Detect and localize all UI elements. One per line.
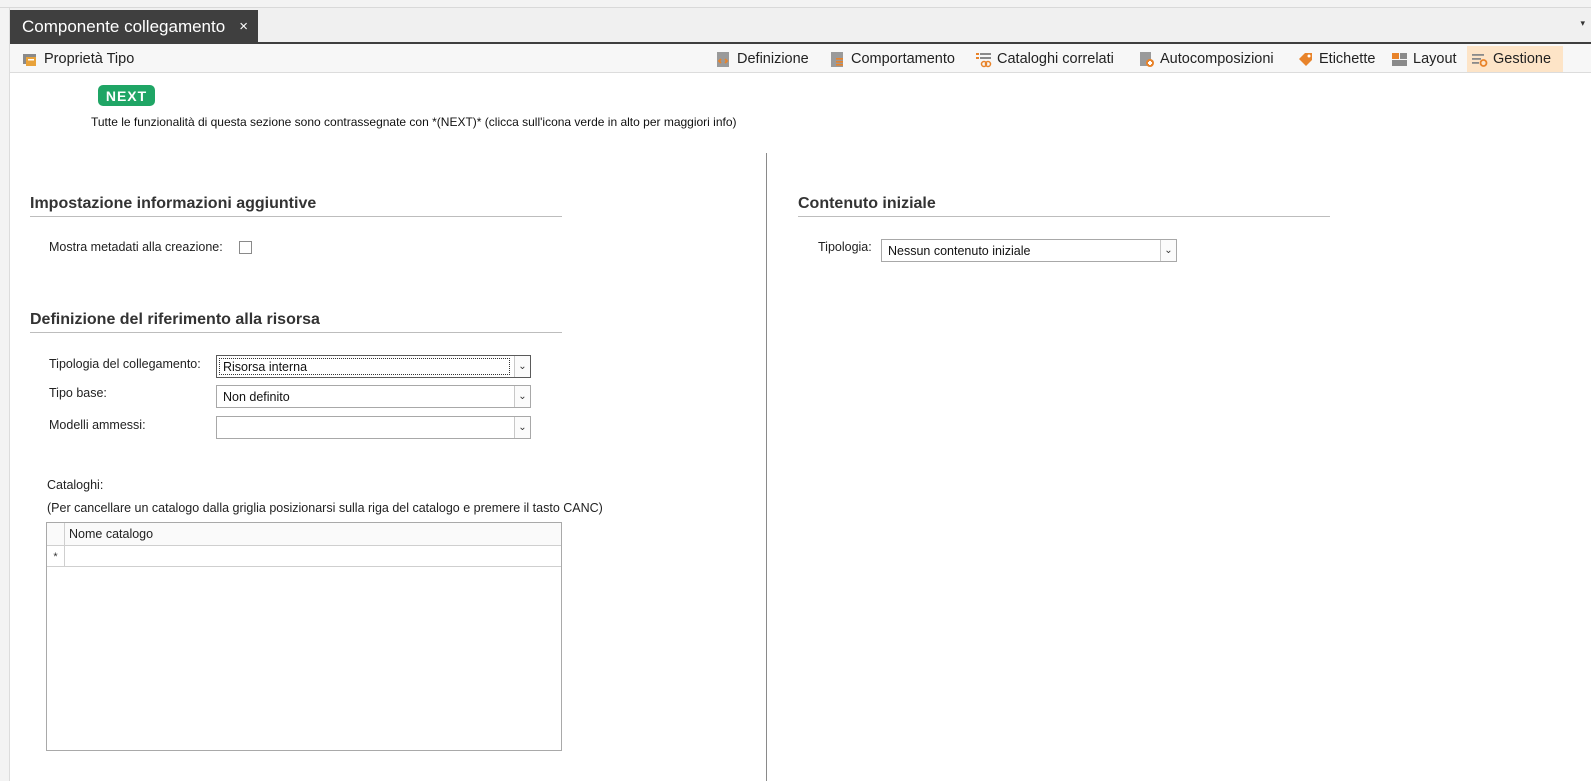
- initial-type-label: Tipologia:: [818, 240, 872, 254]
- base-type-label: Tipo base:: [49, 386, 107, 400]
- left-edge-strip: [0, 8, 10, 781]
- models-select[interactable]: ⌄: [216, 416, 531, 439]
- type-properties-label: Proprietà Tipo: [44, 51, 135, 67]
- autocomposition-icon: [1138, 51, 1155, 68]
- table-row[interactable]: *: [47, 546, 561, 567]
- behavior-icon: [829, 51, 846, 68]
- main-content: NEXT Tutte le funzionalità di questa sez…: [10, 73, 1591, 781]
- properties-icon: [22, 51, 39, 68]
- definition-icon: [715, 51, 732, 68]
- document-tab-strip: Componente collegamento × ▾: [10, 8, 1591, 44]
- catalogs-label: Cataloghi:: [47, 478, 104, 492]
- catalogs-hint: (Per cancellare un catalogo dalla grigli…: [47, 501, 603, 515]
- next-badge[interactable]: NEXT: [98, 85, 155, 106]
- tab-definizione-label: Definizione: [737, 51, 809, 67]
- tab-comportamento[interactable]: Comportamento: [825, 46, 959, 72]
- chevron-down-icon[interactable]: ⌄: [514, 386, 530, 407]
- tag-icon: [1297, 51, 1314, 68]
- next-info-text: Tutte le funzionalità di questa sezione …: [91, 115, 737, 129]
- models-label: Modelli ammessi:: [49, 418, 146, 432]
- link-type-select[interactable]: Risorsa interna ⌄: [216, 355, 531, 378]
- tab-cataloghi-correlati[interactable]: Cataloghi correlati: [971, 46, 1118, 72]
- tab-layout[interactable]: Layout: [1387, 46, 1461, 72]
- related-catalogs-icon: [975, 51, 992, 68]
- chevron-down-icon[interactable]: ⌄: [514, 417, 530, 438]
- document-tab[interactable]: Componente collegamento ×: [10, 10, 258, 44]
- show-metadata-checkbox[interactable]: [239, 241, 252, 254]
- tab-gestione[interactable]: Gestione: [1467, 46, 1563, 72]
- chevron-down-icon[interactable]: ⌄: [514, 356, 530, 377]
- tab-cataloghi-correlati-label: Cataloghi correlati: [997, 51, 1114, 67]
- layout-icon: [1391, 51, 1408, 68]
- document-tab-title: Componente collegamento: [22, 17, 226, 36]
- initial-type-value: Nessun contenuto iniziale: [888, 243, 1031, 258]
- column-divider: [766, 153, 767, 781]
- base-type-value: Non definito: [223, 389, 290, 404]
- initial-content-title: Contenuto iniziale: [798, 195, 1330, 217]
- tab-autocomposizioni[interactable]: Autocomposizioni: [1134, 46, 1278, 72]
- tab-autocomposizioni-label: Autocomposizioni: [1160, 51, 1274, 67]
- close-icon[interactable]: ×: [239, 18, 248, 35]
- additional-info-title: Impostazione informazioni aggiuntive: [30, 195, 562, 217]
- grid-header: Nome catalogo: [47, 523, 561, 546]
- section-toolbar: Proprietà Tipo Definizione Comportamento…: [10, 44, 1591, 73]
- tab-etichette[interactable]: Etichette: [1293, 46, 1379, 72]
- chevron-down-icon[interactable]: ▾: [1580, 18, 1585, 29]
- tab-gestione-label: Gestione: [1493, 51, 1552, 67]
- base-type-select[interactable]: Non definito ⌄: [216, 385, 531, 408]
- tab-etichette-label: Etichette: [1319, 51, 1376, 67]
- management-icon: [1471, 51, 1488, 68]
- tab-comportamento-label: Comportamento: [851, 51, 955, 67]
- grid-corner: [47, 523, 65, 546]
- catalogs-grid[interactable]: Nome catalogo *: [46, 522, 562, 751]
- new-row-marker: *: [47, 546, 65, 567]
- show-metadata-label: Mostra metadati alla creazione:: [49, 240, 223, 254]
- tab-definizione[interactable]: Definizione: [711, 46, 813, 72]
- chevron-down-icon[interactable]: ⌄: [1160, 240, 1176, 261]
- link-type-label: Tipologia del collegamento:: [49, 357, 201, 371]
- initial-type-select[interactable]: Nessun contenuto iniziale ⌄: [881, 239, 1177, 262]
- grid-column-header[interactable]: Nome catalogo: [69, 527, 153, 541]
- tab-layout-label: Layout: [1413, 51, 1457, 67]
- focus-ring: [219, 358, 510, 375]
- window-top-bar: [0, 0, 1591, 8]
- resource-ref-title: Definizione del riferimento alla risorsa: [30, 311, 562, 333]
- type-properties-button[interactable]: Proprietà Tipo: [18, 46, 138, 72]
